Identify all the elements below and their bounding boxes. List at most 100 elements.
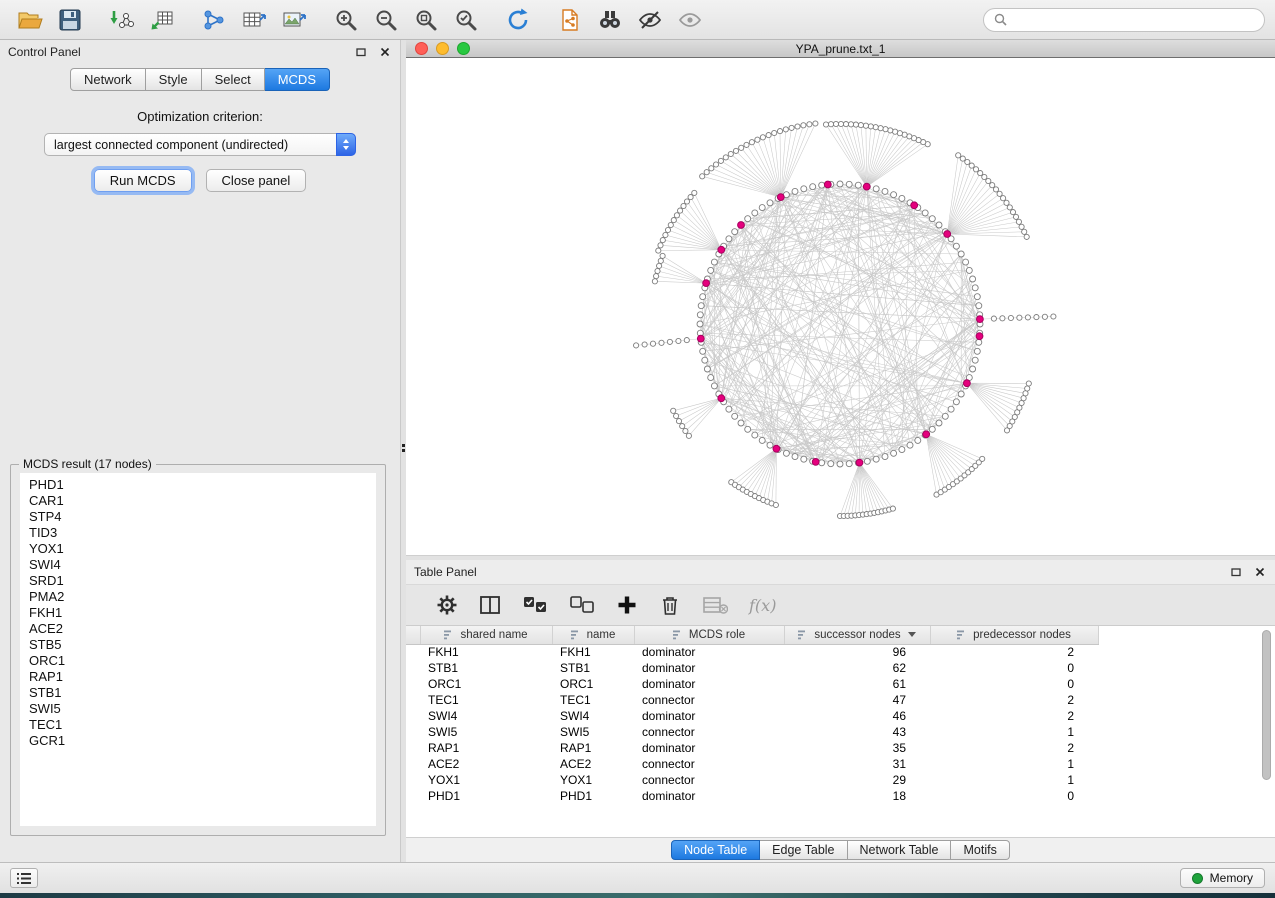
mcds-result-item[interactable]: RAP1 bbox=[29, 669, 367, 685]
cell-predecessor-nodes[interactable]: 1 bbox=[930, 756, 1098, 772]
zoom-out-button[interactable] bbox=[366, 4, 406, 36]
tab-network-table[interactable]: Network Table bbox=[848, 840, 952, 860]
cell-shared-name[interactable]: ACE2 bbox=[420, 756, 552, 772]
cell-mcds-role[interactable]: dominator bbox=[634, 644, 784, 660]
table-row[interactable]: STB1STB1dominator620 bbox=[406, 660, 1098, 676]
cell-shared-name[interactable]: SWI5 bbox=[420, 724, 552, 740]
network-canvas[interactable] bbox=[406, 58, 1275, 555]
mcds-result-item[interactable]: SWI5 bbox=[29, 701, 367, 717]
mcds-result-item[interactable]: STB1 bbox=[29, 685, 367, 701]
show-hidden-button[interactable] bbox=[670, 4, 710, 36]
cell-mcds-role[interactable]: dominator bbox=[634, 708, 784, 724]
cell-mcds-role[interactable]: dominator bbox=[634, 788, 784, 804]
table-row[interactable]: ORC1ORC1dominator610 bbox=[406, 676, 1098, 692]
cell-successor-nodes[interactable]: 29 bbox=[784, 772, 930, 788]
tab-style[interactable]: Style bbox=[146, 68, 202, 91]
table-row[interactable]: PHD1PHD1dominator180 bbox=[406, 788, 1098, 804]
search-input[interactable] bbox=[1013, 13, 1254, 27]
cell-predecessor-nodes[interactable]: 2 bbox=[930, 692, 1098, 708]
cell-shared-name[interactable]: FKH1 bbox=[420, 644, 552, 660]
tab-mcds[interactable]: MCDS bbox=[265, 68, 330, 91]
cell-successor-nodes[interactable]: 96 bbox=[784, 644, 930, 660]
new-network-button[interactable] bbox=[194, 4, 234, 36]
column-header-mcds-role[interactable]: MCDS role bbox=[634, 626, 784, 644]
mcds-result-item[interactable]: SRD1 bbox=[29, 573, 367, 589]
cell-predecessor-nodes[interactable]: 0 bbox=[930, 660, 1098, 676]
table-scrollbar[interactable] bbox=[1262, 630, 1271, 780]
cell-name[interactable]: TEC1 bbox=[552, 692, 634, 708]
cell-shared-name[interactable]: YOX1 bbox=[420, 772, 552, 788]
cell-name[interactable]: YOX1 bbox=[552, 772, 634, 788]
cell-successor-nodes[interactable]: 31 bbox=[784, 756, 930, 772]
cell-name[interactable]: PHD1 bbox=[552, 788, 634, 804]
cell-name[interactable]: RAP1 bbox=[552, 740, 634, 756]
cell-predecessor-nodes[interactable]: 2 bbox=[930, 644, 1098, 660]
table-row[interactable]: YOX1YOX1connector291 bbox=[406, 772, 1098, 788]
table-row[interactable]: FKH1FKH1dominator962 bbox=[406, 644, 1098, 660]
search-field[interactable] bbox=[983, 8, 1265, 32]
mcds-result-item[interactable]: SWI4 bbox=[29, 557, 367, 573]
zoom-selected-button[interactable] bbox=[446, 4, 486, 36]
cell-successor-nodes[interactable]: 46 bbox=[784, 708, 930, 724]
export-image-button[interactable] bbox=[274, 4, 314, 36]
table-row[interactable]: ACE2ACE2connector311 bbox=[406, 756, 1098, 772]
mcds-result-item[interactable]: PMA2 bbox=[29, 589, 367, 605]
cell-name[interactable]: SWI4 bbox=[552, 708, 634, 724]
show-columns-button[interactable] bbox=[479, 594, 501, 616]
select-all-button[interactable] bbox=[522, 594, 548, 616]
cell-successor-nodes[interactable]: 18 bbox=[784, 788, 930, 804]
cell-name[interactable]: STB1 bbox=[552, 660, 634, 676]
cell-successor-nodes[interactable]: 47 bbox=[784, 692, 930, 708]
mcds-result-item[interactable]: GCR1 bbox=[29, 733, 367, 749]
cell-predecessor-nodes[interactable]: 1 bbox=[930, 772, 1098, 788]
close-panel-button[interactable] bbox=[378, 45, 392, 59]
tab-motifs[interactable]: Motifs bbox=[951, 840, 1009, 860]
mcds-result-item[interactable]: ORC1 bbox=[29, 653, 367, 669]
run-mcds-button[interactable]: Run MCDS bbox=[94, 169, 192, 192]
mcds-result-list[interactable]: PHD1CAR1STP4TID3YOX1SWI4SRD1PMA2FKH1ACE2… bbox=[20, 473, 376, 826]
cell-mcds-role[interactable]: connector bbox=[634, 692, 784, 708]
table-row[interactable]: RAP1RAP1dominator352 bbox=[406, 740, 1098, 756]
mcds-result-item[interactable]: TEC1 bbox=[29, 717, 367, 733]
cell-mcds-role[interactable]: connector bbox=[634, 772, 784, 788]
float-table-panel-button[interactable] bbox=[1229, 565, 1243, 579]
optimization-criterion-select[interactable]: largest connected component (undirected) bbox=[44, 133, 356, 156]
cell-name[interactable]: ACE2 bbox=[552, 756, 634, 772]
cell-shared-name[interactable]: STB1 bbox=[420, 660, 552, 676]
cell-mcds-role[interactable]: connector bbox=[634, 756, 784, 772]
splitter-handle[interactable] bbox=[402, 444, 405, 452]
cell-name[interactable]: SWI5 bbox=[552, 724, 634, 740]
apply-layout-button[interactable] bbox=[498, 4, 538, 36]
float-panel-button[interactable] bbox=[354, 45, 368, 59]
network-canvas-svg[interactable] bbox=[406, 58, 1275, 555]
tab-node-table[interactable]: Node Table bbox=[671, 840, 760, 860]
column-header-predecessor-nodes[interactable]: predecessor nodes bbox=[930, 626, 1098, 644]
table-row[interactable]: SWI5SWI5connector431 bbox=[406, 724, 1098, 740]
share-document-button[interactable] bbox=[550, 4, 590, 36]
cell-successor-nodes[interactable]: 43 bbox=[784, 724, 930, 740]
delete-column-button[interactable] bbox=[659, 594, 681, 616]
cell-successor-nodes[interactable]: 35 bbox=[784, 740, 930, 756]
cell-name[interactable]: ORC1 bbox=[552, 676, 634, 692]
minimize-window-icon[interactable] bbox=[436, 42, 449, 55]
column-header-shared-name[interactable]: shared name bbox=[420, 626, 552, 644]
zoom-fit-button[interactable] bbox=[406, 4, 446, 36]
zoom-in-button[interactable] bbox=[326, 4, 366, 36]
close-table-panel-button[interactable] bbox=[1253, 565, 1267, 579]
cell-shared-name[interactable]: PHD1 bbox=[420, 788, 552, 804]
cell-shared-name[interactable]: SWI4 bbox=[420, 708, 552, 724]
cell-mcds-role[interactable]: dominator bbox=[634, 740, 784, 756]
search-network-button[interactable] bbox=[590, 4, 630, 36]
cell-predecessor-nodes[interactable]: 0 bbox=[930, 788, 1098, 804]
mcds-result-item[interactable]: ACE2 bbox=[29, 621, 367, 637]
cell-successor-nodes[interactable]: 61 bbox=[784, 676, 930, 692]
mcds-result-item[interactable]: TID3 bbox=[29, 525, 367, 541]
close-window-icon[interactable] bbox=[415, 42, 428, 55]
cell-successor-nodes[interactable]: 62 bbox=[784, 660, 930, 676]
cell-predecessor-nodes[interactable]: 2 bbox=[930, 740, 1098, 756]
table-settings-button[interactable] bbox=[436, 594, 458, 616]
column-header-name[interactable]: name bbox=[552, 626, 634, 644]
cell-shared-name[interactable]: RAP1 bbox=[420, 740, 552, 756]
tab-network[interactable]: Network bbox=[70, 68, 146, 91]
mcds-result-item[interactable]: YOX1 bbox=[29, 541, 367, 557]
